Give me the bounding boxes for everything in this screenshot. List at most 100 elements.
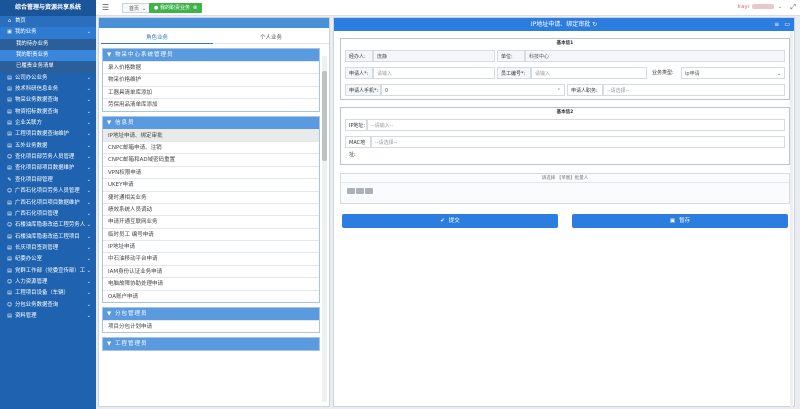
biz-type-select[interactable]: ip申请 ⌄ (681, 67, 785, 79)
form-row: MAC地址: --请选择-- (345, 136, 785, 158)
sidebar-item[interactable]: ✎ 查化项目部管理 ⌄ (0, 175, 96, 186)
group-info-officer: ▼ 信息员 IP地址申请、绑定审批 CNPC邮箱申请、注销 CNPC邮箱和AD域… (102, 115, 320, 304)
scrollbar[interactable] (322, 56, 327, 402)
list-item[interactable]: 项目分包计划申请 (103, 320, 319, 332)
user-icon: ☺ (6, 301, 13, 308)
applicant-input[interactable]: 请输入 (373, 67, 495, 79)
attachment-area[interactable]: 请选择 【单图】批量人 (340, 173, 790, 204)
tab-my-duty[interactable]: ● 我的职责业务 ⊗ (149, 3, 203, 13)
group-header[interactable]: ▼ 物采中心系统管理员 (103, 49, 319, 61)
folder-icon: ▤ (7, 290, 12, 297)
chevron-down-icon: ⌄ (86, 210, 91, 217)
business-tabs: 角色业务 个人业务 (101, 32, 329, 44)
sidebar-item[interactable]: ▤ 长庆项目签到管理 ⌄ (0, 243, 96, 254)
position-select[interactable]: --请选择-- (603, 84, 785, 96)
chevron-down-icon: ⌄ (86, 108, 91, 115)
handler-field: 庞静 (373, 50, 495, 62)
image-thumbnail[interactable] (365, 188, 373, 194)
chevron-down-icon: ⌄ (86, 233, 91, 240)
list-item[interactable]: IAM身份认证业务申请 (103, 264, 319, 277)
sidebar-item[interactable]: ☺ 人力资源管理 ⌄ (0, 277, 96, 288)
sidebar-item[interactable]: ▤ 党群工作部（党委宣传部）工 ⌄ (0, 266, 96, 277)
sidebar-item[interactable]: ▤ 物资招标数据查询 ⌄ (0, 107, 96, 118)
chevron-down-icon: ⌄ (86, 142, 91, 149)
chevron-down-icon: ⌄ (86, 222, 91, 229)
sidebar-item[interactable]: ☺ 石楼油库隐患改造工程劳务人 ⌄ (0, 220, 96, 231)
mac-input[interactable]: --请选择-- (371, 136, 785, 148)
window-icon[interactable]: ▭ (784, 21, 790, 28)
close-icon[interactable]: ⊗ (193, 5, 197, 11)
list-item[interactable]: 申请开通互联网业务 (103, 215, 319, 227)
sidebar-item[interactable]: ▤ 纪委办公室 ⌄ (0, 254, 96, 265)
chevron-down-icon: ⌄ (86, 131, 91, 138)
list-item[interactable]: 录入价格数据 (103, 61, 319, 73)
list-item[interactable]: 中石油移动平台申请 (103, 252, 319, 264)
sidebar-item[interactable]: ▤ 资料管理 ⌄ (0, 311, 96, 322)
phone-label: 申请人手机*: (345, 84, 381, 96)
list-item[interactable]: 电脑故障协助处理申请 (103, 277, 319, 289)
ip-input[interactable]: --请输入-- (367, 119, 785, 131)
folder-icon: ▤ (7, 120, 12, 127)
image-thumbnail[interactable] (356, 188, 364, 194)
list-item[interactable]: 绩效系统人员调动 (103, 202, 319, 215)
list-item[interactable]: 捷时通相关业务 (103, 190, 319, 203)
list-item[interactable]: CNPC邮箱和AD域密码重置 (103, 153, 319, 165)
image-thumbnail[interactable] (347, 188, 355, 194)
sidebar-item[interactable]: ▤ 广西石化项目管理 ⌄ (0, 209, 96, 220)
group-header[interactable]: ▼ 分包管理员 (103, 308, 319, 321)
sidebar-subitem-done[interactable]: 已履责业务清单 (0, 61, 96, 72)
sidebar-item-my-business[interactable]: ▣ 我的业务 ⌄ (0, 27, 96, 39)
group-header[interactable]: ▼ 信息员 (103, 116, 319, 129)
sidebar-subitem-todo[interactable]: 我的待办业务 (0, 39, 96, 50)
sidebar-item[interactable]: ▤ 企业关联方 ⌄ (0, 118, 96, 129)
sidebar-item[interactable]: ▤ 工程项目数据查询维护 ⌄ (0, 129, 96, 140)
list-item[interactable]: 工器具清单库添加 (103, 85, 319, 98)
staff-no-input[interactable]: 请输入 (531, 67, 647, 79)
section-title: 基本信1 (556, 41, 574, 46)
chevron-down-icon: ⌄ (86, 154, 91, 161)
sidebar-item[interactable]: ☺ 广西石化项目劳务人员管理 ⌄ (0, 186, 96, 197)
folder-icon: ▤ (7, 97, 12, 104)
list-icon[interactable]: ≡ (774, 21, 779, 28)
submit-button[interactable]: ✔ 提交 (342, 214, 558, 228)
sidebar-item[interactable]: ▤ 物采业务数据查询 ⌄ (0, 95, 96, 106)
fullscreen-icon[interactable]: ⤢ (790, 3, 796, 12)
sidebar-item[interactable]: ▤ 公司办公业务 ⌄ (0, 73, 96, 84)
list-item[interactable]: UKEY申请 (103, 178, 319, 190)
folder-icon: ▤ (7, 256, 12, 263)
business-list: ▼ 物采中心系统管理员 录入价格数据 物采价格维护 工器具清单库添加 劳保用品清… (102, 48, 320, 404)
list-item[interactable]: OA账户申请 (103, 289, 319, 302)
list-item[interactable]: 临时员工 编号申请 (103, 227, 319, 240)
sidebar-item[interactable]: ☺ 查化项目部劳务人员管理 ⌄ (0, 152, 96, 163)
sidebar-item[interactable]: ▤ 广西石化项目项目数据维护 ⌄ (0, 198, 96, 209)
sidebar-item[interactable]: ▤ 石楼油库隐患改造工程项目 ⌄ (0, 232, 96, 243)
scrollbar-thumb[interactable] (322, 71, 327, 161)
sidebar-item-home[interactable]: ⌂ 首页 (0, 16, 96, 28)
list-item[interactable]: IP地址申请 (103, 240, 319, 252)
list-item[interactable]: 物采价格维护 (103, 73, 319, 85)
tab-role-business[interactable]: 角色业务 (101, 32, 213, 44)
dot-icon: ● (154, 5, 159, 11)
sidebar-subitem-duty[interactable]: 我的职责业务 (0, 50, 96, 62)
stepper-icon[interactable]: ⌃ (557, 85, 561, 97)
group-header[interactable]: ▼ 工程管理员 (103, 338, 319, 351)
list-item[interactable]: VPN权限申请 (103, 165, 319, 178)
save-draft-button[interactable]: ▣ 暂存 (572, 214, 788, 228)
sidebar-item[interactable]: ☺ 分包业务数据查询 ⌄ (0, 300, 96, 311)
sidebar-item[interactable]: ▤ 工程项目设备（车辆） ⌄ (0, 288, 96, 299)
menu-toggle-icon[interactable]: ☰ (102, 3, 112, 13)
tab-personal-business[interactable]: 个人业务 (215, 32, 327, 44)
list-item[interactable]: 劳保用品清单库添加 (103, 98, 319, 110)
user-name[interactable]: kayi (738, 4, 774, 10)
sidebar-item[interactable]: ▤ 技术科研信息业务 ⌄ (0, 84, 96, 95)
sidebar-item[interactable]: ▤ 查化项目部项目数据维护 ⌄ (0, 163, 96, 174)
sidebar-item[interactable]: ▤ 五外业务数据 ⌄ (0, 141, 96, 152)
list-item[interactable]: CNPC邮箱申请、注销 (103, 140, 319, 153)
chevron-down-icon: ⌄ (86, 165, 91, 172)
refresh-icon[interactable]: ↻ (592, 21, 597, 28)
list-item[interactable]: IP地址申请、绑定审批 (103, 128, 319, 141)
chevron-down-icon[interactable]: ⌄ (778, 4, 782, 10)
folder-icon: ▤ (7, 199, 12, 206)
phone-input[interactable]: 0 ⌃ (381, 84, 565, 96)
scrollbar[interactable] (790, 32, 793, 407)
